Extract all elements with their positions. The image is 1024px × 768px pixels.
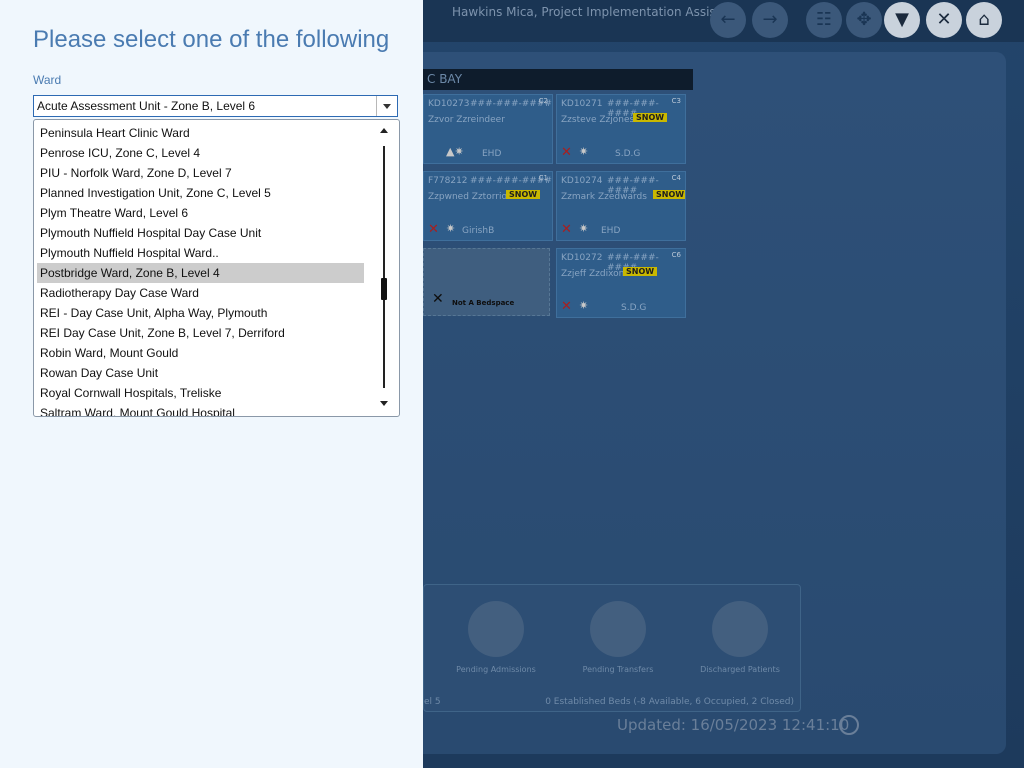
bed-card[interactable]: KD10274 ###-###-#### C4 Zzmark Zzedwards…: [556, 171, 686, 241]
patient-name: Zzpwned Zztorrio: [428, 192, 507, 202]
bed-card[interactable]: KD10272 ###-###-#### C6 Zzjeff Zzdixon S…: [556, 248, 686, 318]
bed-card[interactable]: KD10271 ###-###-#### C3 Zzsteve Zzjones …: [556, 94, 686, 164]
transfers-icon[interactable]: [590, 601, 646, 657]
updated-timestamp: Updated: 16/05/2023 12:41:10: [617, 716, 850, 734]
dropdown-scrollbar[interactable]: [377, 126, 391, 408]
discharged-patients-label[interactable]: Discharged Patients: [690, 665, 790, 674]
ward-combobox[interactable]: Acute Assessment Unit - Zone B, Level 6: [33, 95, 398, 117]
scroll-track[interactable]: [383, 146, 385, 388]
pill-icon: ✷: [579, 222, 589, 235]
ward-option[interactable]: Penrose ICU, Zone C, Level 4: [37, 143, 364, 163]
bed-id: KD10271: [561, 99, 603, 109]
ward-option[interactable]: Plym Theatre Ward, Level 6: [37, 203, 364, 223]
cross-icon: ✕: [561, 145, 572, 160]
bed-slot: C3: [671, 97, 681, 105]
patient-name: Zzmark Zzedwards: [561, 192, 647, 202]
chevron-down-icon[interactable]: [376, 96, 397, 116]
back-arrow-icon[interactable]: ←: [710, 2, 746, 38]
pill-icon: ✷: [446, 222, 456, 235]
ward-option[interactable]: Postbridge Ward, Zone B, Level 4: [37, 263, 364, 283]
bed-slot: C1: [538, 174, 548, 182]
bed-id: KD10273: [428, 99, 470, 109]
ward-selected-value: Acute Assessment Unit - Zone B, Level 6: [37, 99, 256, 113]
scroll-down-icon[interactable]: [380, 401, 388, 406]
snow-badge: SNOW: [623, 267, 658, 276]
patient-name: Zzsteve Zzjones: [561, 115, 635, 125]
panel-title: Please select one of the following: [33, 26, 390, 53]
home-icon[interactable]: ⌂: [966, 2, 1002, 38]
ward-option[interactable]: Royal Cornwall Hospitals, Treliske: [37, 383, 364, 403]
bay-header: C BAY: [423, 69, 693, 90]
cross-icon: ✕: [561, 222, 572, 237]
ward-dropdown-list: Peninsula Heart Clinic Ward Penrose ICU, …: [33, 119, 400, 417]
cross-icon: ✕: [561, 299, 572, 314]
ward-option[interactable]: REI - Day Case Unit, Alpha Way, Plymouth: [37, 303, 364, 323]
user-name: Hawkins Mica, Project Implementation Ass…: [452, 5, 741, 19]
cross-icon: ✕: [428, 222, 439, 237]
bed-assignee: EHD: [601, 226, 621, 236]
pending-transfers-label[interactable]: Pending Transfers: [568, 665, 668, 674]
filter-icon[interactable]: ▼: [884, 2, 920, 38]
pill-icon: ✷: [579, 299, 589, 312]
snow-badge: SNOW: [633, 113, 668, 122]
patient-name: Zzjeff Zzdixon: [561, 269, 625, 279]
bed-assignee: GirishB: [462, 226, 495, 236]
ward-option[interactable]: Saltram Ward, Mount Gould Hospital: [37, 403, 364, 416]
scroll-up-icon[interactable]: [380, 128, 388, 133]
bed-card[interactable]: F778212 ###-###-#### C1 Zzpwned Zztorrio…: [423, 171, 553, 241]
close-icon[interactable]: ✕: [926, 2, 962, 38]
bed-assignee: S.D.G: [621, 303, 647, 313]
bed-slot: C2: [538, 97, 548, 105]
bed-id: KD10272: [561, 253, 603, 263]
bed-card[interactable]: KD10273 ###-###-#### C2 Zzvor Zzreindeer…: [423, 94, 553, 164]
ward-option[interactable]: Plymouth Nuffield Hospital Ward..: [37, 243, 364, 263]
bed-slot: C4: [671, 174, 681, 182]
bed-id: KD10274: [561, 176, 603, 186]
ward-option[interactable]: Robin Ward, Mount Gould: [37, 343, 364, 363]
ward-option[interactable]: Radiotherapy Day Case Ward: [37, 283, 364, 303]
admissions-icon[interactable]: [468, 601, 524, 657]
pill-icon: ✷: [579, 145, 589, 158]
ward-option[interactable]: Planned Investigation Unit, Zone C, Leve…: [37, 183, 364, 203]
snow-badge: SNOW: [653, 190, 685, 199]
pill-icon: ▲✷: [446, 145, 464, 158]
empty-bedspace: ✕ Not A Bedspace: [423, 248, 550, 316]
cross-icon: ✕: [432, 291, 444, 307]
patient-name: Zzvor Zzreindeer: [428, 115, 505, 125]
bed-id: F778212: [428, 176, 468, 186]
summary-panel: Pending Admissions Pending Transfers Dis…: [423, 584, 801, 712]
ward-option[interactable]: REI Day Case Unit, Zone B, Level 7, Derr…: [37, 323, 364, 343]
ward-label: Ward: [33, 73, 62, 87]
bed-assignee: EHD: [482, 149, 502, 159]
refresh-icon[interactable]: [839, 715, 859, 735]
ward-option[interactable]: Rowan Day Case Unit: [37, 363, 364, 383]
ward-option[interactable]: PIU - Norfolk Ward, Zone D, Level 7: [37, 163, 364, 183]
forward-arrow-icon[interactable]: →: [752, 2, 788, 38]
pending-admissions-label[interactable]: Pending Admissions: [446, 665, 546, 674]
bed-slot: C6: [671, 251, 681, 259]
ward-options: Peninsula Heart Clinic Ward Penrose ICU, …: [37, 123, 364, 416]
snow-badge: SNOW: [506, 190, 541, 199]
ward-option[interactable]: Peninsula Heart Clinic Ward: [37, 123, 364, 143]
not-bedspace-label: Not A Bedspace: [452, 299, 515, 307]
scroll-thumb[interactable]: [381, 278, 387, 300]
expand-icon[interactable]: ✥: [846, 2, 882, 38]
bed-assignee: S.D.G: [615, 149, 641, 159]
export-icon[interactable]: ☷: [806, 2, 842, 38]
level-text: el 5: [424, 697, 441, 707]
selection-panel: Please select one of the following Ward …: [0, 0, 423, 768]
beds-summary: 0 Established Beds (-8 Available, 6 Occu…: [545, 697, 794, 707]
ward-option[interactable]: Plymouth Nuffield Hospital Day Case Unit: [37, 223, 364, 243]
discharged-icon[interactable]: [712, 601, 768, 657]
